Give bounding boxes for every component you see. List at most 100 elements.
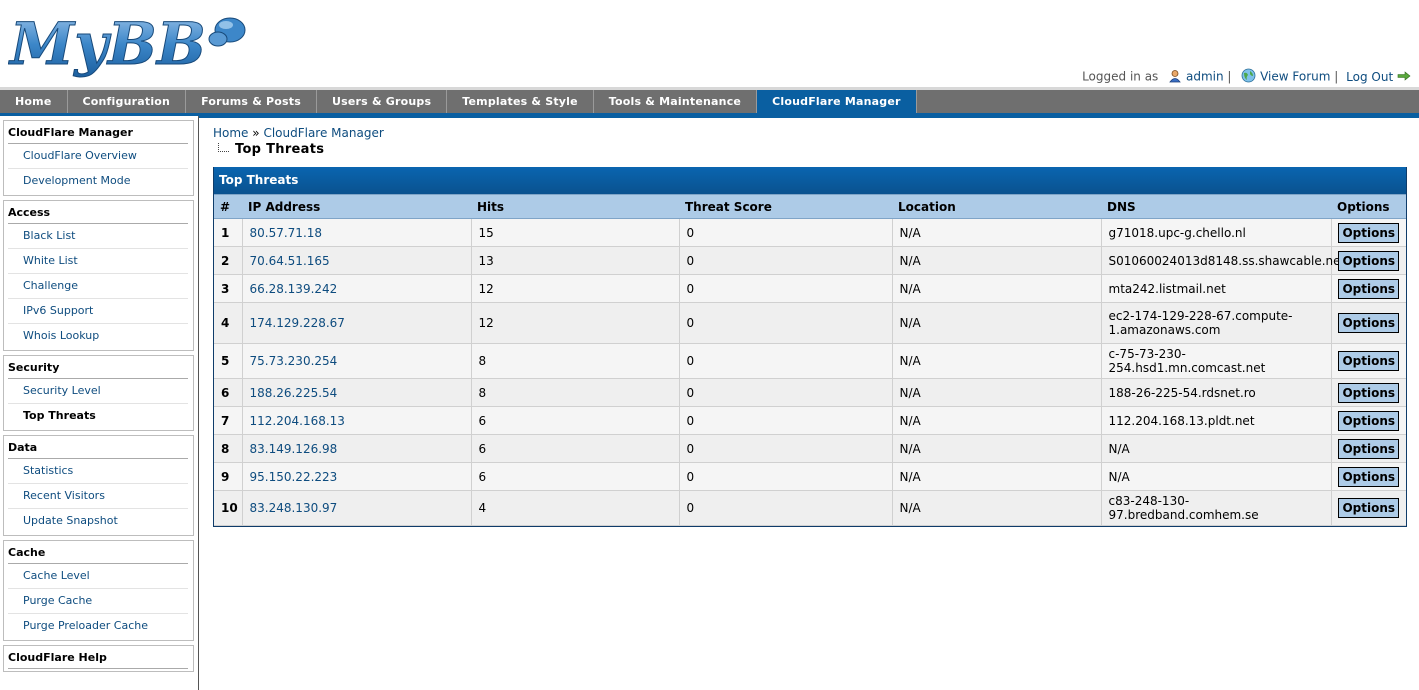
options-button[interactable]: Options: [1338, 351, 1400, 371]
location-cell: N/A: [892, 246, 1102, 275]
sidebar-item-link[interactable]: Challenge: [23, 279, 78, 292]
sidebar-item-link[interactable]: Statistics: [23, 464, 73, 477]
options-cell: Options: [1331, 490, 1406, 526]
options-button[interactable]: Options: [1338, 438, 1400, 459]
table-row: 9 95.150.22.223 6 0 N/A N/A Options: [214, 462, 1406, 491]
speech-bubble-icon: [208, 17, 246, 47]
tab-cloudflare-manager[interactable]: CloudFlare Manager: [757, 90, 917, 113]
tab-configuration[interactable]: Configuration: [68, 90, 187, 113]
threats-table: # IP Address Hits Threat Score Location …: [214, 194, 1406, 526]
table-row: 1 80.57.71.18 15 0 N/A g71018.upc-g.chello.nl…: [214, 218, 1406, 247]
ip-cell: 83.149.126.98: [242, 434, 472, 463]
sidebar-item[interactable]: CloudFlare Overview: [8, 144, 188, 169]
sidebar-item-link[interactable]: IPv6 Support: [23, 304, 93, 317]
sidebar-item-link[interactable]: Security Level: [23, 384, 101, 397]
threat-score-cell: 0: [679, 434, 893, 463]
ip-address-link[interactable]: 95.150.22.223: [250, 470, 338, 484]
threat-score-cell: 0: [679, 274, 893, 303]
ip-address-link[interactable]: 80.57.71.18: [250, 226, 323, 240]
dns-cell: N/A: [1101, 434, 1332, 463]
sidebar-item[interactable]: Cache Level: [8, 564, 188, 589]
ip-address-link[interactable]: 112.204.168.13: [250, 414, 345, 428]
tab-users-groups[interactable]: Users & Groups: [317, 90, 448, 113]
sidebar-item-link[interactable]: Black List: [23, 229, 76, 242]
logout-link[interactable]: Log Out: [1346, 70, 1393, 84]
sidebar-item[interactable]: Development Mode: [8, 169, 188, 193]
ip-address-link[interactable]: 75.73.230.254: [250, 354, 338, 368]
main-menu: Home Configuration Forums & Posts Users …: [0, 90, 1419, 118]
row-number: 3: [214, 274, 243, 303]
sidebar-item-link[interactable]: Recent Visitors: [23, 489, 105, 502]
options-button[interactable]: Options: [1338, 278, 1400, 299]
sidebar-item[interactable]: Purge Cache: [8, 589, 188, 614]
dns-cell: ec2-174-129-228-67.compute-1.amazonaws.c…: [1101, 302, 1332, 344]
sidebar-item-link[interactable]: Purge Preloader Cache: [23, 619, 148, 632]
options-button[interactable]: Options: [1338, 410, 1400, 431]
ip-address-link[interactable]: 66.28.139.242: [250, 282, 338, 296]
row-number: 10: [214, 490, 243, 526]
ip-cell: 70.64.51.165: [242, 246, 472, 275]
ip-address-link[interactable]: 70.64.51.165: [250, 254, 330, 268]
sidebar-section-title: Data: [8, 436, 188, 459]
breadcrumb-home[interactable]: Home: [213, 126, 248, 140]
dns-cell: S01060024013d8148.ss.shawcable.net: [1101, 246, 1345, 275]
dns-cell: N/A: [1101, 462, 1332, 491]
location-cell: N/A: [892, 274, 1102, 303]
col-options: Options: [1331, 194, 1406, 219]
sidebar-section-title: CloudFlare Help: [8, 646, 188, 669]
ip-cell: 188.26.225.54: [242, 378, 472, 407]
ip-address-link[interactable]: 174.129.228.67: [250, 316, 345, 330]
sidebar-item[interactable]: Recent Visitors: [8, 484, 188, 509]
mybb-logo[interactable]: MyBB: [8, 6, 248, 80]
sidebar-section: Security Security Level Top Threats: [3, 355, 194, 431]
logout-arrow-icon: [1397, 70, 1411, 84]
options-cell: Options: [1331, 406, 1406, 435]
options-button[interactable]: Options: [1338, 250, 1400, 271]
sidebar-section-title: Access: [8, 201, 188, 224]
sidebar-item[interactable]: Statistics: [8, 459, 188, 484]
sidebar-section: Cache Cache Level Purge Cache Purge Preload…: [3, 540, 194, 641]
breadcrumb-section[interactable]: CloudFlare Manager: [263, 126, 383, 140]
tab-tools-maintenance[interactable]: Tools & Maintenance: [594, 90, 758, 113]
sidebar-item[interactable]: IPv6 Support: [8, 299, 188, 324]
tab-forums-posts[interactable]: Forums & Posts: [186, 90, 318, 113]
sidebar-item[interactable]: White List: [8, 249, 188, 274]
ip-address-link[interactable]: 83.248.130.97: [250, 501, 338, 515]
options-button[interactable]: Options: [1338, 498, 1400, 518]
sidebar-item-link[interactable]: CloudFlare Overview: [23, 149, 137, 162]
ip-address-link[interactable]: 188.26.225.54: [250, 386, 338, 400]
sidebar-item-link[interactable]: Development Mode: [23, 174, 131, 187]
options-button[interactable]: Options: [1338, 222, 1400, 243]
sidebar-item[interactable]: Black List: [8, 224, 188, 249]
sidebar-item-link[interactable]: Cache Level: [23, 569, 90, 582]
location-cell: N/A: [892, 218, 1102, 247]
threat-score-cell: 0: [679, 218, 893, 247]
ip-address-link[interactable]: 83.149.126.98: [250, 442, 338, 456]
col-ip-address: IP Address: [242, 194, 471, 219]
sidebar-item[interactable]: Purge Preloader Cache: [8, 614, 188, 638]
sidebar-item[interactable]: Top Threats: [8, 404, 188, 428]
options-button[interactable]: Options: [1338, 466, 1400, 487]
options-button[interactable]: Options: [1338, 313, 1400, 333]
sidebar-item-link[interactable]: Whois Lookup: [23, 329, 99, 342]
location-cell: N/A: [892, 378, 1102, 407]
username-link[interactable]: admin: [1186, 70, 1224, 84]
sidebar-item[interactable]: Security Level: [8, 379, 188, 404]
logged-in-label: Logged in as: [1082, 69, 1159, 84]
sidebar-item-label[interactable]: Top Threats: [23, 409, 96, 422]
sidebar-item[interactable]: Whois Lookup: [8, 324, 188, 348]
threat-score-cell: 0: [679, 490, 893, 526]
threat-score-cell: 0: [679, 302, 893, 344]
sidebar-item[interactable]: Update Snapshot: [8, 509, 188, 533]
view-forum-link[interactable]: View Forum: [1260, 70, 1330, 84]
sidebar-item-link[interactable]: White List: [23, 254, 78, 267]
tab-templates-style[interactable]: Templates & Style: [447, 90, 594, 113]
options-button[interactable]: Options: [1338, 382, 1400, 403]
sidebar-item-link[interactable]: Update Snapshot: [23, 514, 118, 527]
sidebar-item[interactable]: Challenge: [8, 274, 188, 299]
tab-home[interactable]: Home: [0, 90, 68, 113]
sidebar-item-link[interactable]: Purge Cache: [23, 594, 92, 607]
header: MyBB Logged in as admin | View Forum | L…: [0, 0, 1419, 90]
hits-cell: 6: [471, 462, 680, 491]
location-cell: N/A: [892, 434, 1102, 463]
